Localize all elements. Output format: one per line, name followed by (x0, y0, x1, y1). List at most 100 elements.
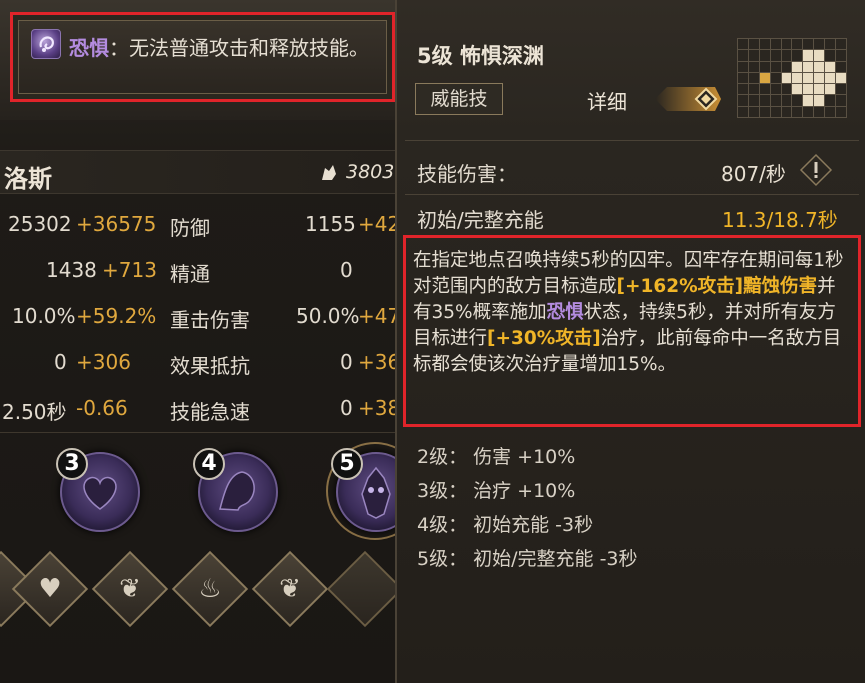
divider (405, 194, 859, 195)
grid-cell (814, 61, 825, 72)
grid-cell (836, 106, 846, 117)
grid-cell (836, 84, 846, 95)
stat-label-crit-damage: 重击伤害 (170, 308, 250, 332)
stat-effect-resist-bonus: +36 (358, 350, 401, 374)
stat-5-bonus: -0.66 (76, 396, 128, 420)
grid-cell (825, 50, 836, 61)
grid-cell (738, 84, 748, 95)
stat-skill-haste-bonus: +38 (358, 396, 401, 420)
grid-cell (836, 39, 846, 50)
grid-cell (770, 61, 781, 72)
stat-skill-haste-value: 0 (340, 396, 353, 420)
stat-label-skill-haste: 技能急速 (170, 400, 250, 424)
stat-mastery-value: 0 (340, 258, 353, 282)
grid-cell (781, 84, 792, 95)
grid-cell (825, 106, 836, 117)
grid-cell (770, 95, 781, 106)
grid-cell (792, 72, 803, 84)
grid-cell (748, 50, 759, 61)
grid-cell (759, 61, 770, 72)
stat-attack-value: 25302 (8, 212, 72, 236)
grid-cell (792, 84, 803, 95)
skill-title: 5级 怖惧深渊 (417, 44, 544, 68)
grid-cell (792, 50, 803, 61)
stat-defense-bonus: +42 (358, 212, 401, 236)
fear-status-icon (31, 29, 61, 59)
grid-cell (748, 84, 759, 95)
stat-4-bonus: +306 (76, 350, 131, 374)
grid-cell (759, 84, 770, 95)
fear-keyword[interactable]: 恐惧 (69, 36, 109, 60)
grid-cell (825, 95, 836, 106)
grid-cell (836, 95, 846, 106)
grid-cell (738, 72, 748, 84)
grid-cell (748, 39, 759, 50)
grid-cell (792, 106, 803, 117)
grid-cell (781, 39, 792, 50)
area-of-effect-grid (737, 38, 847, 118)
stat-hp-value: 1438 (46, 258, 97, 282)
grid-cell (748, 61, 759, 72)
grid-cell (792, 61, 803, 72)
grid-cell (803, 39, 814, 50)
grid-cell (825, 39, 836, 50)
grid-cell (781, 61, 792, 72)
divider (405, 140, 859, 141)
grid-cell (738, 106, 748, 117)
fear-description: ：无法普通攻击和释放技能。 (109, 36, 369, 60)
grid-cell (836, 61, 846, 72)
caster-origin-cell (759, 72, 770, 84)
grid-cell (759, 50, 770, 61)
grid-cell (814, 106, 825, 117)
grid-cell (814, 95, 825, 106)
grid-cell (781, 106, 792, 117)
detail-toggle[interactable] (645, 83, 723, 115)
skill-detail-panel: 5级 怖惧深渊 威能技 详细 技能伤害： 807/秒 初始/完整充能 11.3/… (395, 0, 865, 683)
grid-cell (814, 50, 825, 61)
stat-4-value: 0 (54, 350, 67, 374)
power-icon (322, 165, 336, 180)
level-bonus-2: 2级： 伤害 +10% (417, 446, 576, 468)
stat-label-defense: 防御 (170, 216, 210, 240)
skill-type-tag: 威能技 (415, 83, 503, 115)
grid-cell (836, 72, 846, 84)
grid-cell (814, 84, 825, 95)
grid-cell (738, 50, 748, 61)
level-bonus-5: 5级： 初始/完整充能 -3秒 (417, 548, 638, 570)
grid-cell (781, 72, 792, 84)
fear-keyword-link[interactable]: 恐惧 (547, 302, 584, 323)
power-value: 3803 (346, 161, 395, 183)
stat-crit-bonus: +59.2% (76, 304, 157, 328)
stat-effect-resist-value: 0 (340, 350, 353, 374)
grid-cell (759, 106, 770, 117)
grid-cell (770, 84, 781, 95)
stat-label-effect-resist: 效果抵抗 (170, 354, 250, 378)
grid-cell (748, 95, 759, 106)
detail-toggle-label: 详细 (587, 90, 627, 114)
grid-cell (825, 84, 836, 95)
grid-cell (825, 61, 836, 72)
stat-attack-bonus: +36575 (76, 212, 157, 236)
skill-number-badge: 3 (56, 448, 88, 480)
damage-scaling: [+162%攻击]黯蚀伤害 (616, 276, 818, 297)
level-bonus-4: 4级： 初始充能 -3秒 (417, 514, 594, 536)
grid-cell (781, 50, 792, 61)
stat-crit-damage-bonus: +47 (358, 304, 401, 328)
grid-cell (759, 95, 770, 106)
grid-cell (792, 95, 803, 106)
grid-cell (748, 72, 759, 84)
grid-cell (825, 72, 836, 84)
character-name-row: 洛斯 3803 (0, 150, 395, 194)
stat-5-value: 2.50秒 (2, 400, 67, 424)
fear-status-tooltip: 恐惧：无法普通攻击和释放技能。 (10, 12, 395, 102)
grid-cell (770, 106, 781, 117)
sprout-plus-icon: ❦ (279, 574, 301, 604)
grid-cell (836, 50, 846, 61)
grid-cell (738, 61, 748, 72)
info-diamond-icon[interactable] (799, 153, 833, 187)
heart-hand-icon: ♥ (38, 574, 62, 604)
stat-defense-value: 1155 (305, 212, 356, 236)
grid-cell (803, 95, 814, 106)
grid-cell (738, 95, 748, 106)
grid-cell (792, 39, 803, 50)
